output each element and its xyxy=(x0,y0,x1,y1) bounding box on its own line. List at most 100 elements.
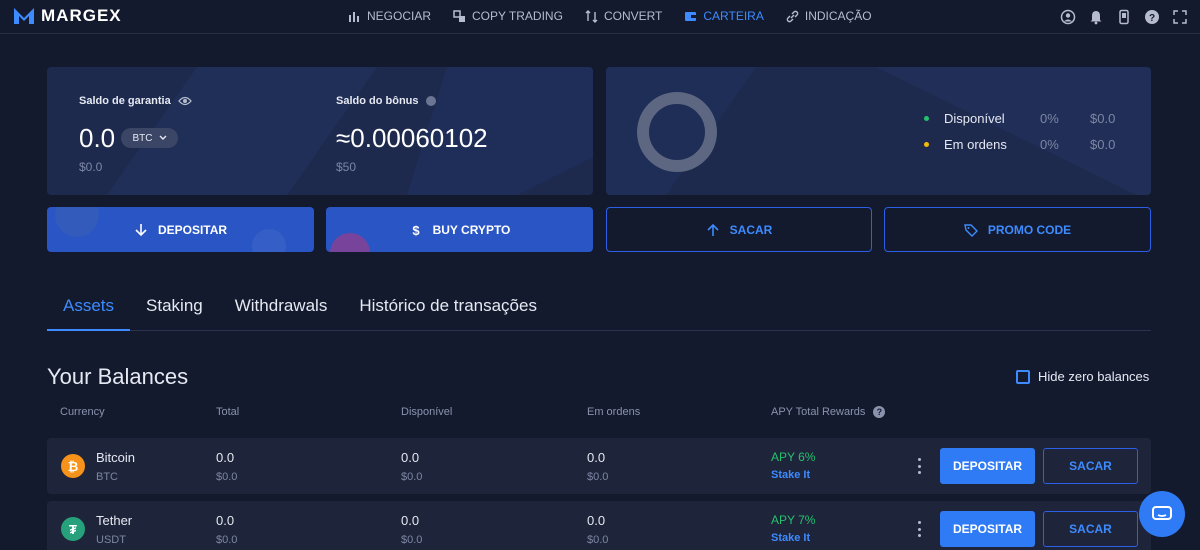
eye-icon[interactable] xyxy=(177,96,192,106)
row-deposit-button[interactable]: DEPOSITAR xyxy=(940,511,1035,547)
wallet-tabs: Assets Staking Withdrawals Histórico de … xyxy=(47,288,1151,331)
tab-withdrawals[interactable]: Withdrawals xyxy=(219,288,344,331)
total-usd: $0.0 xyxy=(216,534,238,546)
more-options-icon[interactable] xyxy=(916,521,922,537)
column-header-available: Disponível xyxy=(401,406,453,418)
nav-label: CONVERT xyxy=(603,9,663,23)
nav-item-indicacao[interactable]: INDICAÇÃO xyxy=(786,9,872,23)
table-row: ₿ Bitcoin BTC 0.0 $0.0 0.0 $0.0 0.0 $0.0… xyxy=(47,438,1151,494)
stake-it-link[interactable]: Stake It xyxy=(771,532,810,544)
svg-text:$: $ xyxy=(412,223,420,237)
row-withdraw-button[interactable]: SACAR xyxy=(1043,448,1138,484)
promo-code-label: PROMO CODE xyxy=(987,222,1072,237)
nav-label: COPY TRADING xyxy=(472,9,563,23)
link-icon xyxy=(786,10,799,22)
tether-icon: ₮ xyxy=(61,517,85,541)
legend-pct: 0% xyxy=(1040,137,1059,152)
margex-logo[interactable]: MARGEX xyxy=(13,6,122,26)
available-value: 0.0 xyxy=(401,513,420,528)
bonus-usd: $50 xyxy=(336,160,357,174)
promo-code-button[interactable]: PROMO CODE xyxy=(884,207,1151,252)
question-icon[interactable]: ? xyxy=(873,406,886,418)
hide-zero-checkbox[interactable] xyxy=(1016,369,1030,384)
row-withdraw-button[interactable]: SACAR xyxy=(1043,511,1138,547)
hide-zero-label: Hide zero balances xyxy=(1038,369,1150,384)
total-value: 0.0 xyxy=(216,513,235,528)
top-icons: ? xyxy=(1060,9,1188,25)
bitcoin-icon: ₿ xyxy=(61,454,85,478)
nav-label: NEGOCIAR xyxy=(367,9,432,23)
copy-trading-icon xyxy=(453,9,466,22)
phone-icon[interactable] xyxy=(1116,9,1132,25)
legend-available: Disponível 0% $0.0 xyxy=(924,111,1115,126)
deposit-button[interactable]: DEPOSITAR xyxy=(47,207,314,252)
nav-label: INDICAÇÃO xyxy=(804,9,872,23)
legend-in-orders: Em ordens 0% $0.0 xyxy=(924,137,1115,152)
in-orders-dot xyxy=(924,142,929,147)
column-header-in-orders: Em ordens xyxy=(587,406,641,418)
nav-item-negociar[interactable]: NEGOCIAR xyxy=(348,9,431,23)
balances-title: Your Balances xyxy=(47,364,189,389)
available-dot xyxy=(924,116,929,121)
withdraw-button[interactable]: SACAR xyxy=(606,207,872,252)
bonus-value: ≈0.00060102 xyxy=(336,123,488,153)
column-header-currency: Currency xyxy=(60,406,105,418)
hide-zero-balances-toggle[interactable]: Hide zero balances xyxy=(1016,369,1149,384)
total-value: 0.0 xyxy=(216,450,235,465)
withdraw-label: SACAR xyxy=(729,222,773,237)
legend-label: Disponível xyxy=(944,111,1005,126)
top-navbar: MARGEX NEGOCIAR COPY TRADING CONVERT CAR… xyxy=(0,0,1200,34)
legend-amount: $0.0 xyxy=(1090,111,1116,126)
chevron-down-icon xyxy=(159,135,166,140)
column-header-apy: APY Total Rewards ? xyxy=(771,406,886,418)
collateral-label-text: Saldo de garantia xyxy=(79,95,171,107)
coin-name: Tether xyxy=(96,513,133,528)
available-usd: $0.0 xyxy=(401,534,423,546)
buy-crypto-button[interactable]: $ BUY CRYPTO xyxy=(326,207,593,252)
apy-header-label: APY Total Rewards xyxy=(771,406,866,418)
bell-icon[interactable] xyxy=(1088,9,1104,25)
orders-value: 0.0 xyxy=(587,450,606,465)
convert-arrows-icon xyxy=(585,9,598,23)
orders-value: 0.0 xyxy=(587,513,606,528)
arrow-up-icon xyxy=(707,223,719,236)
user-icon[interactable] xyxy=(1060,9,1076,25)
tab-staking[interactable]: Staking xyxy=(130,288,219,331)
collateral-label: Saldo de garantia xyxy=(79,95,192,107)
arrow-down-icon xyxy=(135,223,147,236)
more-options-icon[interactable] xyxy=(916,458,922,474)
wallet-icon xyxy=(685,11,697,21)
bonus-label: Saldo do bônus xyxy=(336,95,436,107)
coin-ticker: BTC xyxy=(96,471,118,483)
nav-item-carteira[interactable]: CARTEIRA xyxy=(684,9,764,23)
legend-amount: $0.0 xyxy=(1090,137,1116,152)
coin-selector[interactable]: BTC xyxy=(121,128,178,148)
nav-item-copy-trading[interactable]: COPY TRADING xyxy=(453,9,563,23)
table-row: ₮ Tether USDT 0.0 $0.0 0.0 $0.0 0.0 $0.0… xyxy=(47,501,1151,550)
total-usd: $0.0 xyxy=(216,471,238,483)
info-icon[interactable] xyxy=(425,96,436,106)
nav-label: CARTEIRA xyxy=(703,9,764,23)
chat-support-button[interactable] xyxy=(1139,491,1185,537)
help-icon[interactable]: ? xyxy=(1144,9,1160,25)
available-value: 0.0 xyxy=(401,450,420,465)
column-header-total: Total xyxy=(216,406,240,418)
brand-name: MARGEX xyxy=(41,6,122,25)
balance-donut-chart xyxy=(637,92,717,172)
coin-name: Bitcoin xyxy=(96,450,136,465)
tag-icon xyxy=(963,223,978,237)
svg-text:?: ? xyxy=(1149,13,1155,24)
margex-logo-icon xyxy=(14,8,34,24)
expand-icon[interactable] xyxy=(1172,9,1188,25)
tab-assets[interactable]: Assets xyxy=(47,288,131,331)
available-usd: $0.0 xyxy=(401,471,423,483)
nav-item-convert[interactable]: CONVERT xyxy=(585,9,662,23)
orders-usd: $0.0 xyxy=(587,471,609,483)
legend-label: Em ordens xyxy=(944,137,1007,152)
row-deposit-button[interactable]: DEPOSITAR xyxy=(940,448,1035,484)
coin-ticker: USDT xyxy=(96,534,126,546)
stake-it-link[interactable]: Stake It xyxy=(771,469,810,481)
tab-transaction-history[interactable]: Histórico de transações xyxy=(343,288,553,331)
orders-usd: $0.0 xyxy=(587,534,609,546)
coin-selector-label: BTC xyxy=(132,132,153,144)
